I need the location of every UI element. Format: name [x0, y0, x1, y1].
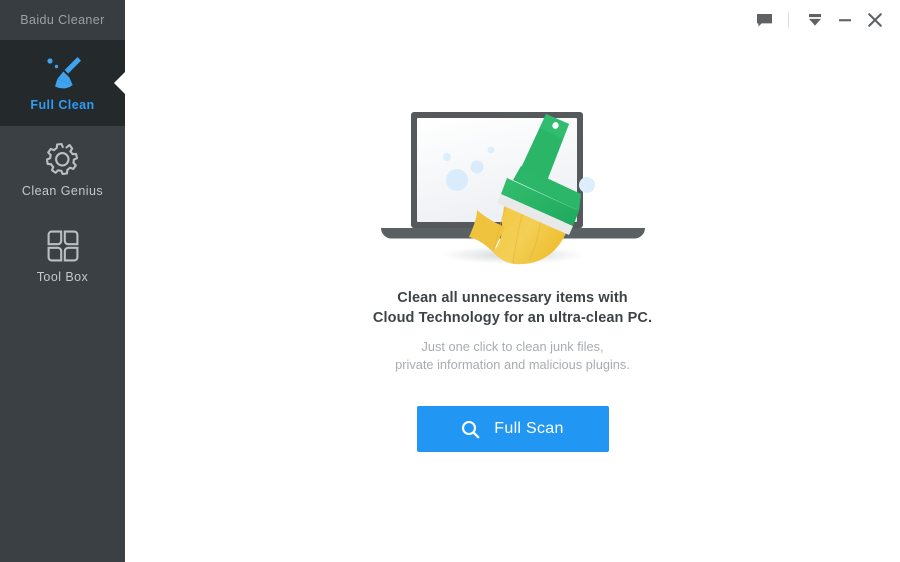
sidebar-item-tool-box[interactable]: Tool Box: [0, 212, 125, 298]
subheadline-line-1: Just one click to clean junk files,: [421, 339, 604, 354]
bubble-outside: [578, 177, 595, 193]
minimize-icon[interactable]: [830, 7, 860, 33]
titlebar-divider: [788, 12, 789, 28]
minimize-to-tray-icon[interactable]: [800, 7, 830, 33]
sidebar-nav: Full Clean Clean Genius Tool Box: [0, 40, 125, 298]
full-scan-button-label: Full Scan: [494, 420, 564, 437]
full-scan-button[interactable]: Full Scan: [416, 406, 609, 452]
sidebar-item-label: Full Clean: [30, 98, 95, 112]
active-indicator-arrow: [114, 72, 125, 94]
sidebar-item-clean-genius[interactable]: Clean Genius: [0, 126, 125, 212]
subheadline-line-2: private information and malicious plugin…: [395, 357, 630, 372]
sidebar-item-full-clean[interactable]: Full Clean: [0, 40, 125, 126]
broom-icon: [41, 53, 85, 95]
sidebar-item-label: Tool Box: [36, 270, 89, 284]
content-area: Clean all unnecessary items with Cloud T…: [125, 40, 900, 562]
headline: Clean all unnecessary items with Cloud T…: [373, 288, 652, 328]
close-icon[interactable]: [860, 7, 890, 33]
grid-icon: [45, 225, 81, 267]
sidebar: Baidu Cleaner Full Clean Clean Genius To…: [0, 0, 125, 562]
titlebar: [125, 0, 900, 40]
speech-bubble-icon[interactable]: [749, 7, 779, 33]
gear-icon: [43, 139, 83, 181]
subheadline: Just one click to clean junk files, priv…: [395, 338, 630, 374]
laptop-with-brush-illustration: [373, 108, 653, 276]
app-window: Baidu Cleaner Full Clean Clean Genius To…: [0, 0, 900, 562]
main-panel: Clean all unnecessary items with Cloud T…: [125, 0, 900, 562]
headline-line-2: Cloud Technology for an ultra-clean PC.: [372, 310, 653, 326]
headline-line-1: Clean all unnecessary items with: [397, 290, 628, 306]
search-icon: [461, 420, 480, 439]
brand-title: Baidu Cleaner: [0, 0, 125, 40]
sidebar-item-label: Clean Genius: [21, 184, 104, 198]
